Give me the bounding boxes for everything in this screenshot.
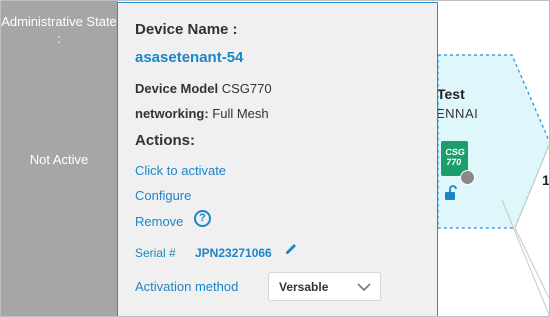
screenshot-frame [0, 0, 550, 317]
